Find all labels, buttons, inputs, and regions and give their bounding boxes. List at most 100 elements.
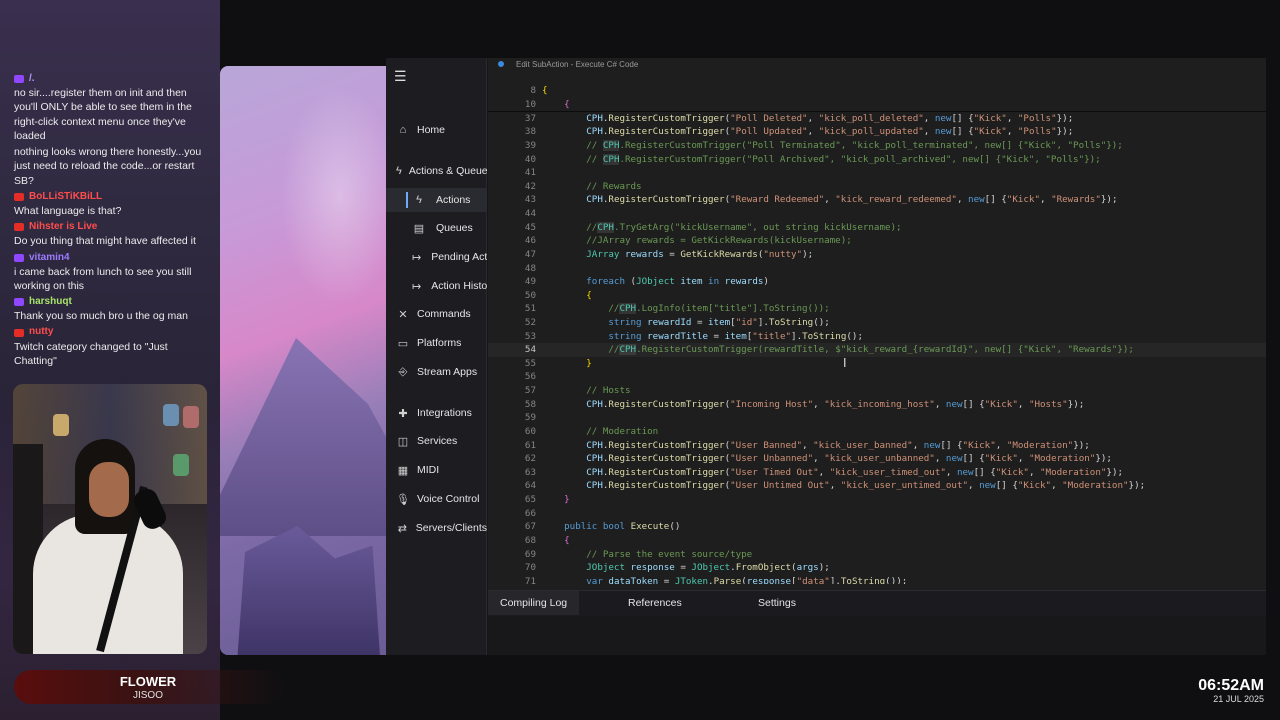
code-line[interactable]: 38 CPH.RegisterCustomTrigger("Poll Updat… [488, 125, 1266, 139]
code-line[interactable]: 48 [488, 262, 1266, 276]
sidebar-item-label: Services [417, 435, 458, 447]
sidebar-item-home[interactable]: ⌂ Home [386, 118, 487, 142]
code-line[interactable]: 56 [488, 370, 1266, 384]
code-line[interactable]: 42 // Rewards [488, 180, 1266, 194]
code-text: foreach (JObject item in rewards) [586, 276, 769, 288]
wallpaper-glow [280, 86, 386, 306]
code-line[interactable]: 59 [488, 411, 1266, 425]
code-text: CPH.RegisterCustomTrigger("Incoming Host… [586, 398, 1085, 410]
line-number: 62 [524, 453, 536, 465]
code-line[interactable]: 70 JObject response = JObject.FromObject… [488, 561, 1266, 575]
figurine [183, 406, 199, 428]
code-line[interactable]: 60 // Moderation [488, 425, 1266, 439]
code-line[interactable]: 50 { [488, 289, 1266, 303]
code-text: { [586, 289, 592, 301]
sidebar-item-servers-clients[interactable]: ⇄ Servers/Clients [386, 516, 487, 540]
code-line[interactable]: 53 string rewardTitle = item["title"].To… [488, 330, 1266, 344]
chat-username[interactable]: BoLLiSTiKBiLL [29, 190, 102, 204]
code-text: CPH.RegisterCustomTrigger("User Unbanned… [586, 453, 1112, 465]
sidebar-item-queues[interactable]: ▤ Queues [386, 216, 487, 240]
chat-username[interactable]: vitamin4 [29, 251, 70, 265]
line-number: 67 [524, 521, 536, 533]
code-line[interactable]: 55 } [488, 357, 1266, 371]
code-line[interactable]: 58 CPH.RegisterCustomTrigger("Incoming H… [488, 398, 1266, 412]
sidebar-item-services[interactable]: ◫ Services [386, 429, 487, 453]
chat-text: nothing looks wrong there honestly...you… [14, 146, 202, 187]
commands-icon: ✕ [398, 308, 408, 321]
sidebar-item-stream-apps[interactable]: ⎆ Stream Apps [386, 360, 487, 384]
chat-username[interactable]: nutty [29, 325, 53, 339]
hamburger-menu-icon[interactable]: ☰ [394, 68, 407, 85]
sidebar-item-platforms[interactable]: ▭ Platforms [386, 331, 487, 355]
code-text: // Parse the event source/type [586, 548, 753, 560]
code-text: var dataToken = JToken.Parse(response["d… [586, 575, 908, 584]
twitch-icon [14, 253, 24, 262]
chat-feed: /. no sir....register them on init and th… [14, 72, 210, 370]
code-area[interactable]: 8{10 {37 CPH.RegisterCustomTrigger("Poll… [488, 84, 1266, 584]
tab-compiling-log[interactable]: Compiling Log [488, 591, 580, 615]
code-line[interactable]: 44 [488, 207, 1266, 221]
editor-title-text: Edit SubAction - Execute C# Code [516, 60, 639, 69]
chat-message-header: /. [14, 72, 210, 86]
code-line[interactable]: 69 // Parse the event source/type [488, 548, 1266, 562]
code-line[interactable]: 52 string rewardId = item["id"].ToString… [488, 316, 1266, 330]
code-line[interactable]: 71 var dataToken = JToken.Parse(response… [488, 575, 1266, 584]
code-line[interactable]: 43 CPH.RegisterCustomTrigger("Reward Red… [488, 193, 1266, 207]
chat-text: Twitch category changed to "Just Chattin… [14, 340, 168, 367]
code-line[interactable]: 66 [488, 507, 1266, 521]
code-line[interactable]: 68 { [488, 534, 1266, 548]
line-number: 64 [524, 480, 536, 492]
code-text: JArray rewards = GetKickRewards("nutty")… [586, 248, 814, 260]
sidebar-item-voice-control[interactable]: 🎙 Voice Control [386, 487, 487, 511]
code-line[interactable]: 40 // CPH.RegisterCustomTrigger("Poll Ar… [488, 153, 1266, 167]
sidebar-item-pending-actions[interactable]: ↦ Pending Actions [386, 245, 487, 269]
code-line[interactable]: 62 CPH.RegisterCustomTrigger("User Unban… [488, 452, 1266, 466]
code-text: } [564, 494, 570, 506]
tab-references[interactable]: References [616, 591, 694, 615]
code-line[interactable]: 46 //JArray rewards = GetKickRewards(kic… [488, 234, 1266, 248]
figurine [53, 414, 69, 436]
sidebar-item-label: Servers/Clients [415, 522, 487, 534]
sidebar-item-actions[interactable]: ϟ Actions [386, 188, 487, 212]
chat-username[interactable]: /. [29, 72, 35, 86]
code-line[interactable]: 57 // Hosts [488, 384, 1266, 398]
sidebar-item-midi[interactable]: ▦ MIDI [386, 458, 487, 482]
line-number: 41 [524, 167, 536, 179]
sidebar-item-action-history[interactable]: ↦ Action History [386, 274, 487, 298]
sidebar-item-actions-queues[interactable]: ϟ Actions & Queues [386, 159, 487, 183]
code-text: // CPH.RegisterCustomTrigger("Poll Archi… [586, 153, 1101, 165]
clock-time: 06:52AM [1198, 677, 1264, 694]
chat-message: nutty Twitch category changed to "Just Ch… [14, 326, 210, 369]
code-line[interactable]: 10 { [488, 98, 1266, 112]
editor-title: Edit SubAction - Execute C# Code [498, 60, 638, 69]
line-number: 47 [524, 248, 536, 260]
line-number: 63 [524, 466, 536, 478]
sidebar-item-integrations[interactable]: ✚ Integrations [386, 401, 487, 425]
code-line[interactable]: 37 CPH.RegisterCustomTrigger("Poll Delet… [488, 112, 1266, 126]
code-line[interactable]: 39 // CPH.RegisterCustomTrigger("Poll Te… [488, 139, 1266, 153]
code-line[interactable]: 41 [488, 166, 1266, 180]
chat-username[interactable]: harshuqt [29, 295, 72, 309]
sidebar-item-label: Actions [436, 194, 471, 206]
code-line[interactable]: 49 foreach (JObject item in rewards) [488, 275, 1266, 289]
stream-overlay-panel: /. no sir....register them on init and th… [0, 0, 220, 720]
code-line[interactable]: 65 } [488, 493, 1266, 507]
chat-username[interactable]: Nihster is Live [29, 220, 97, 234]
sidebar-item-label: Platforms [417, 337, 462, 349]
code-line[interactable]: 47 JArray rewards = GetKickRewards("nutt… [488, 248, 1266, 262]
code-line[interactable]: 64 CPH.RegisterCustomTrigger("User Untim… [488, 479, 1266, 493]
wallpaper-mountain [220, 338, 386, 536]
code-line[interactable]: 45 //CPH.TryGetArg("kickUsername", out s… [488, 221, 1266, 235]
servers-icon: ⇄ [397, 522, 407, 535]
code-line[interactable]: 8{ [488, 84, 1266, 98]
sidebar-item-commands[interactable]: ✕ Commands [386, 302, 487, 326]
code-line[interactable]: 63 CPH.RegisterCustomTrigger("User Timed… [488, 466, 1266, 480]
code-line[interactable]: 61 CPH.RegisterCustomTrigger("User Banne… [488, 439, 1266, 453]
tab-settings[interactable]: Settings [746, 591, 808, 615]
chat-message: vitamin4 i came back from lunch to see yo… [14, 251, 210, 294]
code-line[interactable]: 54 //CPH.RegisterCustomTrigger(rewardTit… [488, 343, 1266, 357]
code-line[interactable]: 51 //CPH.LogInfo(item["title"].ToString(… [488, 302, 1266, 316]
code-line[interactable]: 67 public bool Execute() [488, 520, 1266, 534]
platforms-icon: ▭ [397, 337, 409, 350]
line-number: 39 [524, 139, 536, 151]
